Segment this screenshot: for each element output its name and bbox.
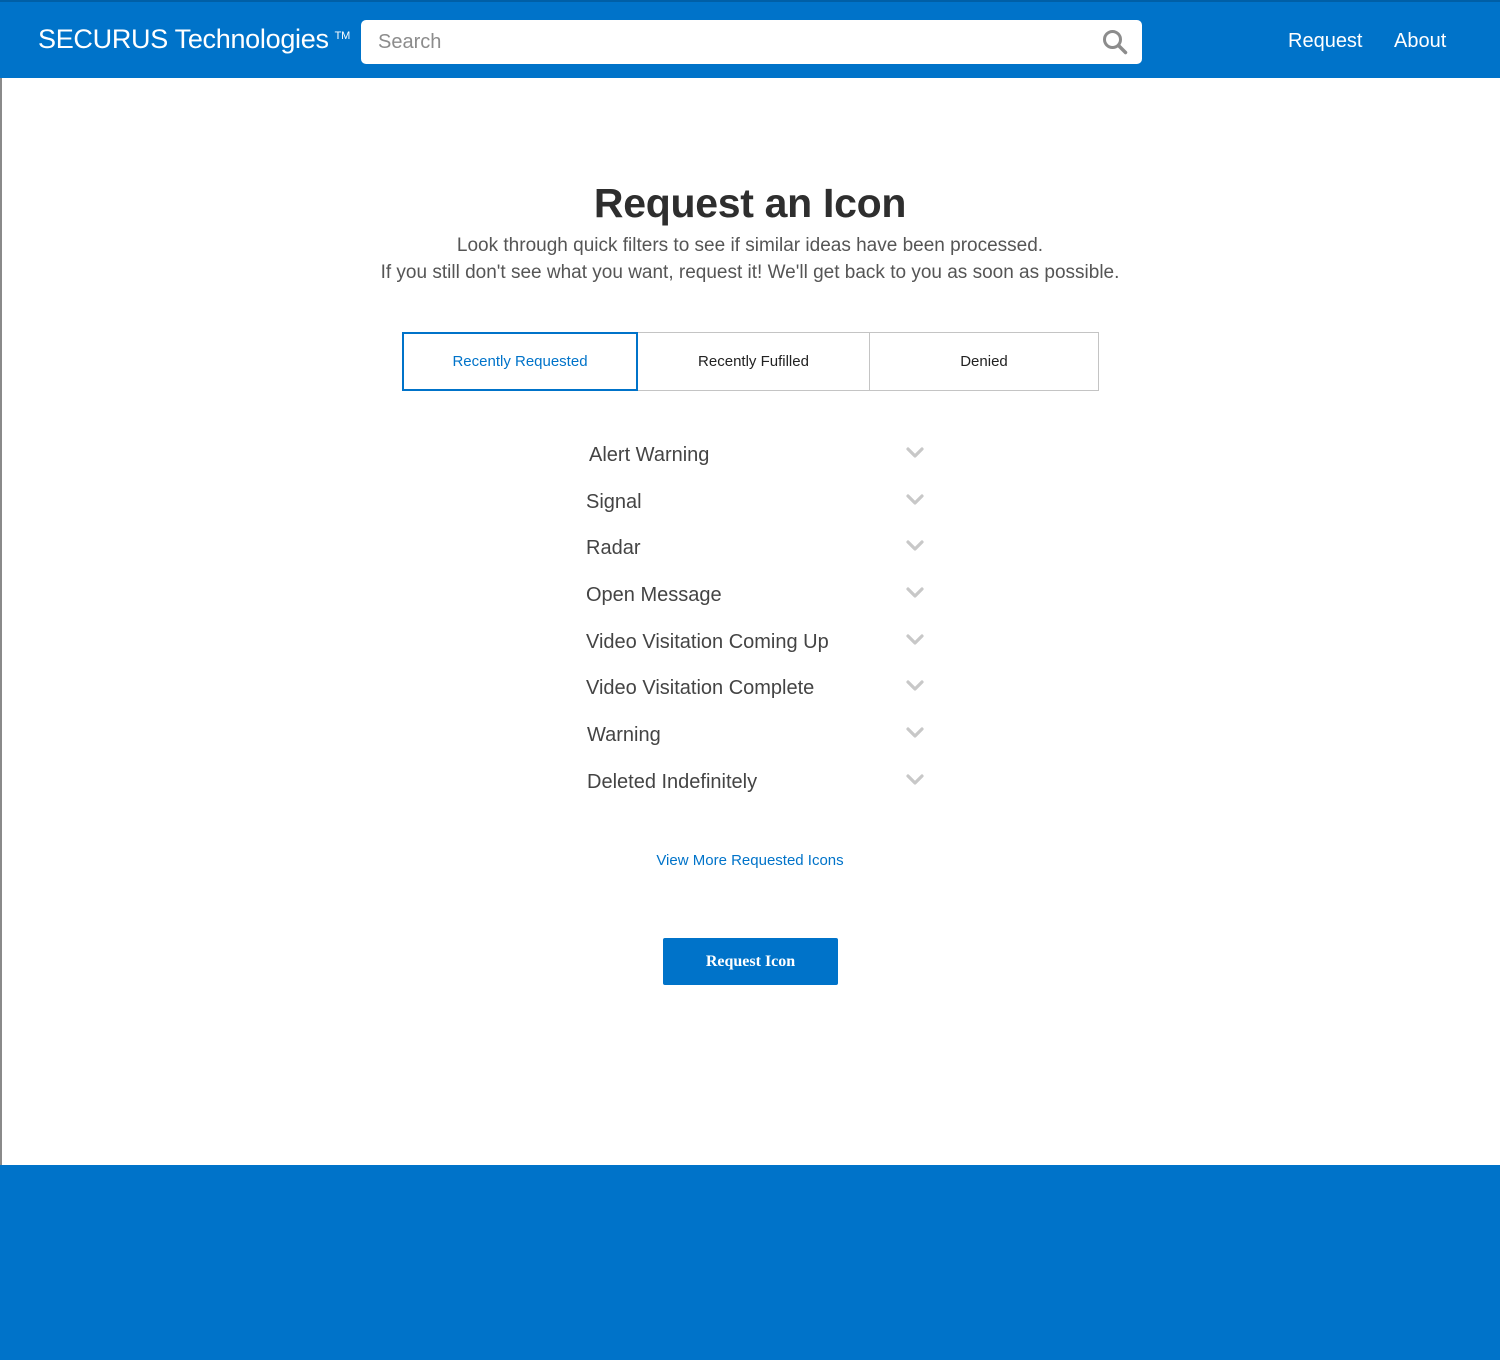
- chevron-down-icon[interactable]: [906, 727, 924, 739]
- brand-name: SECURUS Technologies: [38, 24, 329, 54]
- list-item-label: Alert Warning: [589, 443, 710, 466]
- list-item[interactable]: Video Visitation Coming Up: [586, 619, 926, 666]
- page-subtitle-line-2: If you still don't see what you want, re…: [380, 262, 1120, 283]
- chevron-down-icon[interactable]: [906, 680, 924, 692]
- trademark-symbol: TM: [334, 30, 351, 42]
- list-item[interactable]: Alert Warning: [586, 432, 926, 479]
- brand-logo[interactable]: SECURUS Technologies TM: [38, 24, 350, 55]
- list-item[interactable]: Radar: [586, 525, 926, 572]
- view-more-requested-link[interactable]: View More Requested Icons: [0, 852, 1500, 869]
- list-item-label: Video Visitation Complete: [586, 677, 815, 700]
- page-title: Request an Icon: [593, 180, 907, 226]
- search-input[interactable]: [361, 20, 1081, 64]
- filter-tabs: Recently Requested Recently Fufilled Den…: [402, 332, 1099, 391]
- list-item[interactable]: Signal: [586, 479, 926, 526]
- tab-denied[interactable]: Denied: [869, 333, 1098, 390]
- tab-recently-requested[interactable]: Recently Requested: [402, 332, 638, 391]
- list-item-label: Radar: [586, 537, 641, 560]
- tab-recently-fulfilled[interactable]: Recently Fufilled: [637, 333, 869, 390]
- nav-about-link[interactable]: About: [1394, 30, 1446, 53]
- list-item[interactable]: Warning: [586, 712, 926, 759]
- list-item-label: Warning: [587, 723, 661, 746]
- footer: [0, 1165, 1500, 1360]
- chevron-down-icon[interactable]: [906, 494, 924, 506]
- request-icon-button[interactable]: Request Icon: [663, 938, 838, 985]
- list-item[interactable]: Video Visitation Complete: [586, 665, 926, 712]
- list-item-label: Signal: [586, 490, 642, 513]
- list-item-label: Open Message: [586, 583, 722, 606]
- search-icon[interactable]: [1102, 29, 1128, 55]
- page-subtitle-line-1: Look through quick filters to see if sim…: [456, 235, 1044, 256]
- list-item-label: Video Visitation Coming Up: [586, 630, 829, 653]
- nav-request-link[interactable]: Request: [1288, 30, 1363, 53]
- chevron-down-icon[interactable]: [906, 774, 924, 786]
- chevron-down-icon[interactable]: [906, 587, 924, 599]
- search-bar: [361, 20, 1142, 64]
- list-item[interactable]: Deleted Indefinitely: [586, 759, 926, 806]
- requested-icons-list: Alert Warning Signal Radar Open Message …: [586, 432, 926, 806]
- chevron-down-icon[interactable]: [906, 447, 924, 459]
- chevron-down-icon[interactable]: [906, 634, 924, 646]
- top-navbar: SECURUS Technologies TM Request About: [0, 0, 1500, 78]
- list-item-label: Deleted Indefinitely: [587, 770, 758, 793]
- list-item[interactable]: Open Message: [586, 572, 926, 619]
- chevron-down-icon[interactable]: [906, 540, 924, 552]
